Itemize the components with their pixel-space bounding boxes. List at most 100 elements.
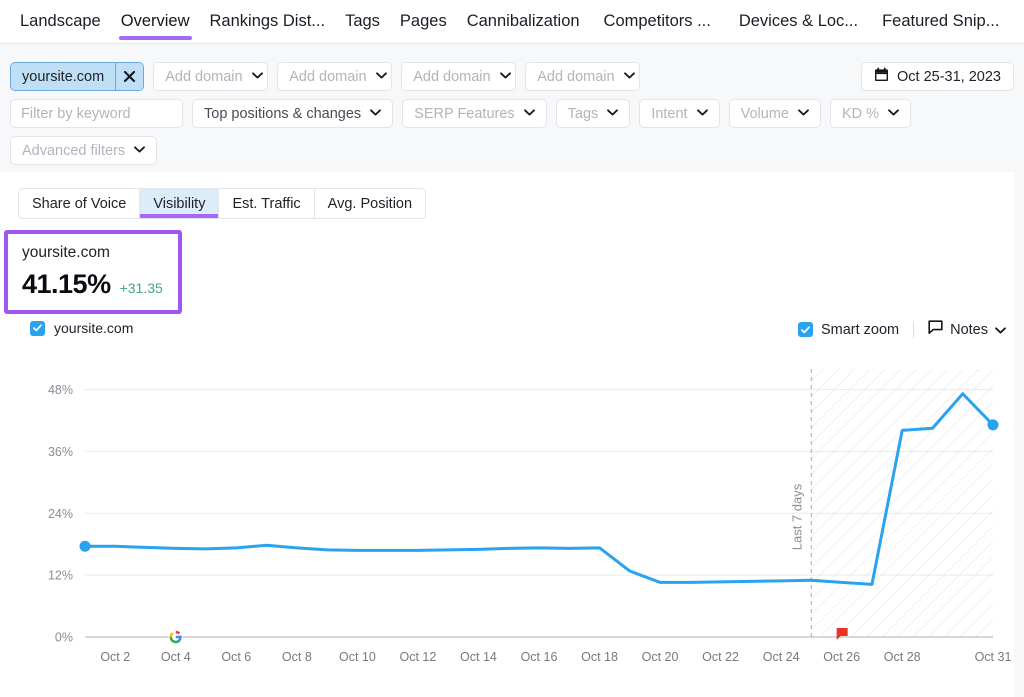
filter-row-advanced: Advanced filters [10,136,157,165]
filter-label: SERP Features [414,106,514,122]
metric-tab-label: Avg. Position [328,196,412,212]
filter-volume[interactable]: Volume [729,99,821,128]
metric-tab-label: Est. Traffic [232,196,300,212]
metric-tab-avg-position[interactable]: Avg. Position [315,189,425,218]
metric-tab-label: Share of Voice [32,196,126,212]
nav-tab-label: Landscape [20,12,101,31]
nav-tab-label: Cannibalization [467,12,580,31]
chevron-down-icon [376,72,387,82]
add-domain-label: Add domain [413,69,490,85]
filter-serp-features[interactable]: SERP Features [402,99,546,128]
nav-tab-featured-snippets[interactable]: Featured Snip... [872,0,1009,43]
smart-zoom-checkbox[interactable] [798,322,813,337]
chart-controls: Smart zoom Notes [798,320,1006,339]
metric-tab-visibility[interactable]: Visibility [140,189,219,218]
series-checkbox[interactable] [30,321,45,336]
x-axis-tick-label: Oct 10 [339,650,376,664]
date-range-picker[interactable]: Oct 25-31, 2023 [861,62,1014,91]
chart-canvas: 0%12%24%36%48% Last 7 days Oct 2Oct 4Oct… [0,352,1024,697]
red-flag-icon [837,628,848,640]
advanced-filters-button[interactable]: Advanced filters [10,136,157,165]
metric-tab-group: Share of Voice Visibility Est. Traffic A… [18,188,426,219]
nav-tab-pages[interactable]: Pages [390,0,457,43]
smart-zoom-toggle[interactable]: Smart zoom [798,322,899,338]
smart-zoom-label: Smart zoom [821,322,899,338]
chevron-down-icon [624,72,635,82]
chevron-down-icon [134,146,145,156]
notes-dropdown[interactable]: Notes [928,320,1006,339]
nav-tab-overview[interactable]: Overview [111,0,200,43]
nav-tab-label: Competitors ... [604,12,711,31]
note-icon [928,320,943,339]
filter-intent[interactable]: Intent [639,99,719,128]
chevron-down-icon [607,109,618,119]
add-domain-button-1[interactable]: Add domain [153,62,268,91]
visibility-summary-card: yoursite.com 41.15% +31.35 [4,230,182,314]
nav-tab-label: Tags [345,12,380,31]
card-metric-delta: +31.35 [120,280,163,296]
x-axis-tick-label: Oct 18 [581,650,618,664]
x-axis-tick-label: Oct 4 [161,650,191,664]
nav-tab-tags[interactable]: Tags [335,0,390,43]
add-domain-label: Add domain [537,69,614,85]
chart-forecast-zone: Last 7 days [789,369,993,637]
chevron-down-icon [370,109,381,119]
chart-tick-labels: Oct 2Oct 4Oct 6Oct 8Oct 10Oct 12Oct 14Oc… [100,650,1011,664]
filter-label: Tags [568,106,599,122]
x-axis-tick-label: Oct 24 [763,650,800,664]
chart-axis-markers [169,628,848,644]
x-axis-tick-label: Oct 31 [975,650,1012,664]
domain-chip-label: yoursite.com [11,63,115,90]
filter-row-criteria: Top positions & changes SERP Features Ta… [10,99,911,128]
close-icon[interactable] [115,63,143,90]
filter-row-domains: yoursite.com Add domain Add domain Add d… [10,62,640,91]
divider [913,321,914,338]
filter-top-positions-changes[interactable]: Top positions & changes [192,99,393,128]
chevron-down-icon [888,109,899,119]
forecast-zone-label: Last 7 days [789,483,804,550]
nav-tab-label: Pages [400,12,447,31]
keyword-search[interactable] [10,99,183,128]
nav-tab-label: Featured Snip... [882,12,999,31]
google-icon [169,630,183,644]
nav-tab-landscape[interactable]: Landscape [10,0,111,43]
x-axis-tick-label: Oct 16 [521,650,558,664]
add-domain-button-3[interactable]: Add domain [401,62,516,91]
chevron-down-icon [697,109,708,119]
card-metric-value: 41.15% [22,269,111,300]
filter-tags[interactable]: Tags [556,99,631,128]
x-axis-tick-label: Oct 12 [400,650,437,664]
chevron-down-icon [798,109,809,119]
advanced-filters-label: Advanced filters [22,143,125,159]
x-axis-tick-label: Oct 26 [823,650,860,664]
metric-tab-share-of-voice[interactable]: Share of Voice [19,189,140,218]
series-legend[interactable]: yoursite.com [30,320,133,336]
card-domain-label: yoursite.com [22,244,178,263]
nav-tab-label: Overview [121,12,190,31]
add-domain-button-2[interactable]: Add domain [277,62,392,91]
filter-toolbar: yoursite.com Add domain Add domain Add d… [0,44,1024,172]
add-domain-label: Add domain [289,69,366,85]
filter-kd-percent[interactable]: KD % [830,99,911,128]
nav-tab-competitors[interactable]: Competitors ... [594,0,721,43]
filter-label: KD % [842,106,879,122]
y-axis-tick-label: 48% [48,383,73,397]
filter-label: Top positions & changes [204,106,361,122]
nav-tab-label: Devices & Loc... [739,12,858,31]
chevron-down-icon [524,109,535,119]
nav-tab-label: Rankings Dist... [210,12,326,31]
right-gutter [1014,44,1024,697]
search-input[interactable] [11,100,183,127]
x-axis-tick-label: Oct 22 [702,650,739,664]
nav-tab-devices-locations[interactable]: Devices & Loc... [729,0,868,43]
nav-tab-cannibalization[interactable]: Cannibalization [457,0,590,43]
main-navigation: Landscape Overview Rankings Dist... Tags… [0,0,1024,44]
nav-tab-rankings-dist[interactable]: Rankings Dist... [200,0,336,43]
add-domain-button-4[interactable]: Add domain [525,62,640,91]
domain-chip-yoursite[interactable]: yoursite.com [10,62,144,91]
visibility-line-chart[interactable]: 0%12%24%36%48% Last 7 days Oct 2Oct 4Oct… [0,352,1024,697]
metric-tab-est-traffic[interactable]: Est. Traffic [219,189,314,218]
filter-label: Intent [651,106,687,122]
y-axis-tick-label: 0% [55,631,73,645]
y-axis-tick-label: 12% [48,569,73,583]
